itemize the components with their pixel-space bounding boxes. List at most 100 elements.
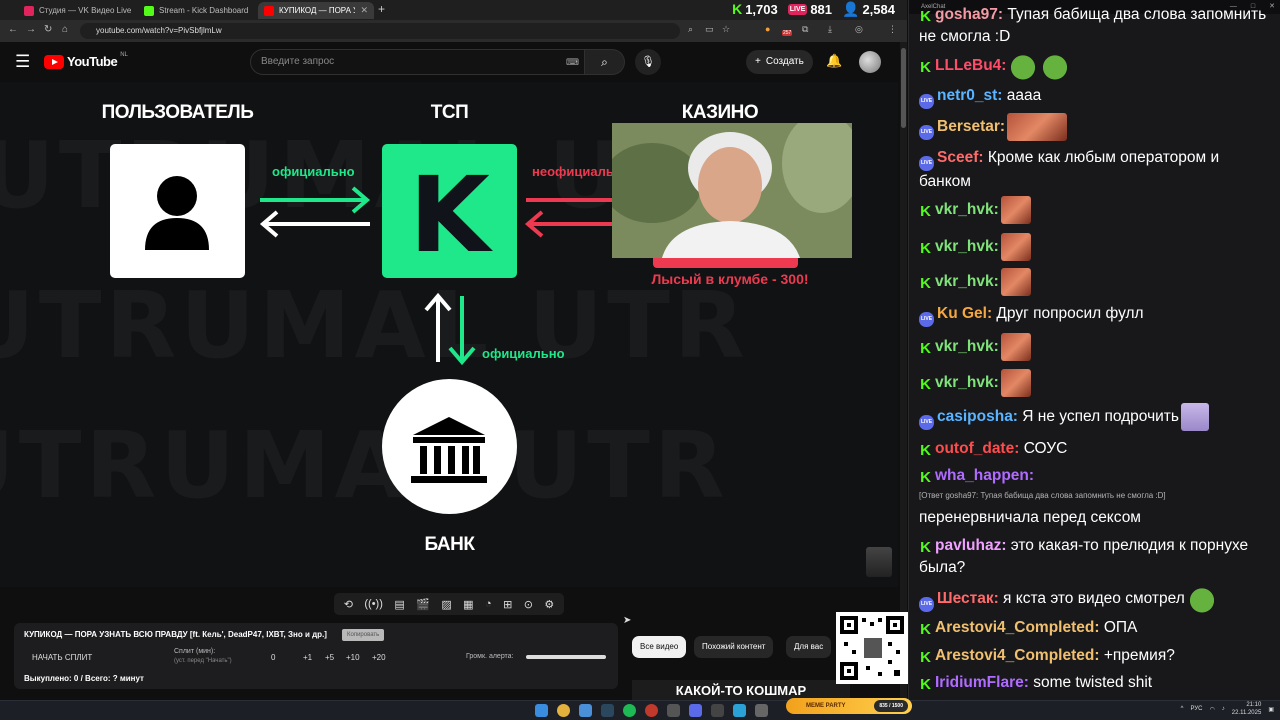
chat-username[interactable]: Ku Gel: <box>937 305 992 322</box>
app-icon[interactable] <box>689 704 702 717</box>
broadcast-icon[interactable]: ((•)) <box>364 598 383 610</box>
app-icon[interactable] <box>755 704 768 717</box>
chat-username[interactable]: vkr_hvk: <box>935 273 999 290</box>
home-icon[interactable]: ⌂ <box>62 24 68 35</box>
back-icon[interactable]: ← <box>8 24 18 35</box>
profile-icon[interactable]: ◎ <box>855 24 863 35</box>
chat-message: LIVE Sceef: Кроме как любым оператором и … <box>919 147 1274 193</box>
close-icon[interactable]: ✕ <box>253 2 254 19</box>
plus1-button[interactable]: +1 <box>303 653 312 662</box>
chat-username[interactable]: outof_date: <box>935 440 1019 457</box>
bookmark-star-icon[interactable]: ☆ <box>722 24 730 35</box>
new-tab-button[interactable]: + <box>378 2 385 16</box>
speed-gauge-icon[interactable]: ◔ <box>485 598 492 610</box>
page-scrollbar[interactable] <box>900 42 907 700</box>
start-split-button[interactable]: НАЧАТЬ СПЛИТ <box>32 653 92 662</box>
notification-icon[interactable]: ▣ <box>1268 706 1274 713</box>
chat-username[interactable]: Bersetar: <box>937 118 1005 135</box>
mouse-cursor-icon: ➤ <box>623 615 632 626</box>
search-button[interactable]: ⌕ <box>585 49 625 75</box>
telegram-icon[interactable] <box>733 704 746 717</box>
plus20-button[interactable]: +20 <box>372 653 386 662</box>
volume-icon[interactable]: ♪ <box>1222 706 1225 712</box>
clock[interactable]: 21:10 22.11.2025 <box>1232 701 1262 717</box>
chip-related[interactable]: Похожий контент <box>694 636 774 658</box>
chrome-icon[interactable] <box>557 704 570 717</box>
film-strip-icon[interactable]: ▦ <box>463 598 473 611</box>
loop-icon[interactable]: ⟲ <box>344 598 353 611</box>
plus5-button[interactable]: +5 <box>325 653 334 662</box>
chat-message: Kwha_happen: <box>919 465 1274 487</box>
alert-volume-slider[interactable] <box>526 655 606 659</box>
chat-username[interactable]: vkr_hvk: <box>935 201 999 218</box>
chat-username[interactable]: pavluhaz: <box>935 537 1006 554</box>
download-icon[interactable]: ⤓ <box>828 24 832 35</box>
app-icon[interactable] <box>645 704 658 717</box>
chat-username[interactable]: casiposha: <box>937 408 1018 425</box>
windows-start-icon[interactable] <box>535 704 548 717</box>
forward-icon[interactable]: → <box>26 24 36 35</box>
chat-message: Kvkr_hvk: <box>919 333 1274 361</box>
plus10-button[interactable]: +10 <box>346 653 360 662</box>
chat-username[interactable]: Sceef: <box>937 149 984 166</box>
captions-icon[interactable]: ▤ <box>394 598 404 611</box>
youtube-logo[interactable]: YouTube NL <box>44 52 128 69</box>
tab-youtube-video[interactable]: КУПИКОД — ПОРА УЗНАТЬ ВСЮ ПРАВДУ ✕ <box>258 2 374 19</box>
chat-username[interactable]: gosha97: <box>935 6 1003 23</box>
official-label-top: официально <box>272 164 355 179</box>
camera-icon[interactable]: ⊙ <box>524 598 533 611</box>
chat-username[interactable]: wha_happen: <box>935 467 1034 484</box>
chat-message: K IridiumFlare: some twisted shit <box>919 672 1274 694</box>
copy-button[interactable]: Копировать <box>342 629 385 641</box>
video-player[interactable]: UTRUMAL UTR UTRUMAL UTR UTRUMAL UTR ПОЛЬ… <box>0 82 898 587</box>
menu-dots-icon[interactable]: ⋮ <box>888 24 897 35</box>
chat-message: LIVE Шестак: я кста это видео смотрел <box>919 585 1274 613</box>
avatar[interactable] <box>859 51 881 73</box>
language-indicator[interactable]: РУС <box>1190 706 1202 712</box>
chip-all-videos[interactable]: Все видео <box>632 636 687 658</box>
chat-username[interactable]: vkr_hvk: <box>935 238 999 255</box>
obs-icon[interactable] <box>667 704 680 717</box>
chat-username[interactable]: Arestovi4_Completed: <box>935 619 1100 636</box>
app-icon[interactable] <box>579 704 592 717</box>
reload-icon[interactable]: ↻ <box>44 24 52 35</box>
chat-username[interactable]: IridiumFlare: <box>935 674 1029 691</box>
wifi-icon[interactable]: ◠ <box>1209 706 1214 713</box>
tab-kick-dashboard[interactable]: Stream - Kick Dashboard ✕ <box>138 2 254 19</box>
app-icon[interactable] <box>711 704 724 717</box>
spotify-icon[interactable] <box>623 704 636 717</box>
chat-username[interactable]: vkr_hvk: <box>935 338 999 355</box>
gear-icon[interactable]: ⚙ <box>544 598 554 611</box>
voice-search-button[interactable]: 🎙 <box>635 49 661 75</box>
clapper-icon[interactable]: 🎬 <box>416 598 430 611</box>
search-input[interactable]: Введите запрос <box>250 49 585 75</box>
search-icon[interactable]: ⌕ <box>688 24 693 35</box>
extensions-puzzle-icon[interactable]: ⧉ <box>802 24 808 35</box>
hamburger-menu-icon[interactable]: ☰ <box>15 52 30 72</box>
chat-username[interactable]: Arestovi4_Completed: <box>935 647 1100 664</box>
extension-icon[interactable]: ● <box>765 24 770 34</box>
keyboard-icon[interactable]: ⌨ <box>566 57 579 68</box>
tray-chevron-icon[interactable]: ^ <box>1181 706 1184 712</box>
microphone-icon: 🎙 <box>641 56 655 68</box>
image-icon[interactable]: ▨ <box>441 598 451 611</box>
chat-username[interactable]: netr0_st: <box>937 87 1002 104</box>
kick-badge-icon: K <box>920 340 931 358</box>
chat-username[interactable]: LLLeBu4: <box>935 57 1006 74</box>
cast-icon[interactable]: ▭ <box>705 24 714 35</box>
steam-icon[interactable] <box>601 704 614 717</box>
notifications-bell-icon[interactable]: 🔔 <box>826 53 842 69</box>
create-button[interactable]: + Создать <box>746 50 813 74</box>
next-video-thumbnail[interactable]: КАКОЙ-ТО КОШМАР <box>632 680 850 700</box>
chat-username[interactable]: vkr_hvk: <box>935 374 999 391</box>
chip-for-you[interactable]: Для вас <box>786 636 832 658</box>
kick-favicon-icon <box>144 5 154 16</box>
vk-viewers-count: 881 <box>810 1 833 17</box>
add-frame-icon[interactable]: ⊞ <box>503 598 512 611</box>
tab-vk-studio[interactable]: Студия — VK Видео Live ✕ <box>18 2 134 19</box>
taskbar <box>0 700 1280 720</box>
url-field[interactable]: youtube.com/watch?v=PivSbfjlmLw <box>80 23 680 39</box>
chat-username[interactable]: Шестак: <box>937 590 999 607</box>
close-icon[interactable]: ✕ <box>360 2 368 19</box>
chat-text: Я не успел подрочить <box>1017 408 1179 426</box>
